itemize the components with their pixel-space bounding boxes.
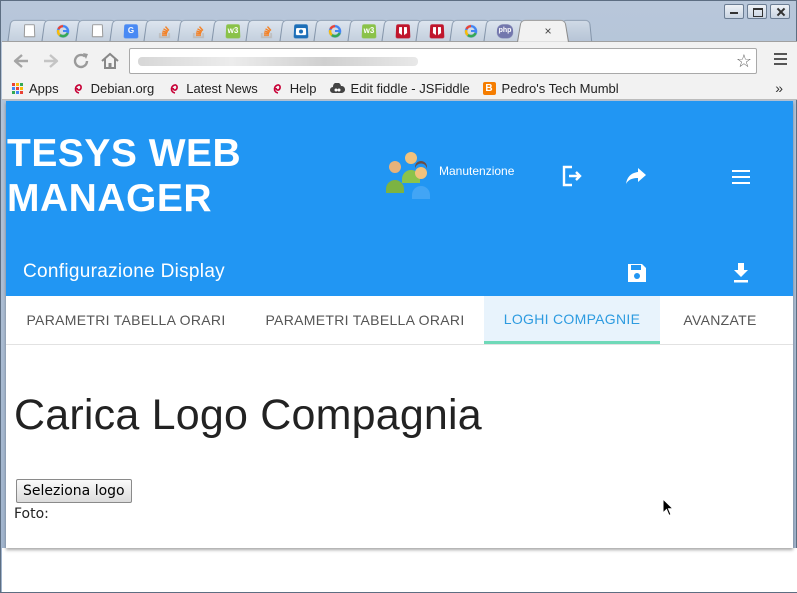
user-role-label: Manutenzione (439, 164, 515, 178)
bookmark-latest-news[interactable]: Latest News (167, 81, 258, 96)
bookmark-red-icon (395, 23, 411, 38)
page-icon (23, 24, 35, 38)
forward-arrow-icon (44, 54, 59, 68)
stackoverflow-icon (260, 24, 275, 38)
bookmark-help[interactable]: Help (271, 81, 317, 96)
blogger-icon: B (482, 81, 496, 95)
bookmarks-overflow-icon[interactable]: » (775, 80, 783, 96)
home-icon (101, 52, 119, 69)
browser-tab-active[interactable]: × (517, 19, 569, 42)
jsfiddle-icon (329, 82, 345, 95)
google-translate-icon: G (123, 23, 139, 38)
logout-icon (562, 165, 582, 187)
bookmark-label: Pedro's Tech Mumbl (501, 80, 619, 96)
page-background (2, 548, 797, 592)
bookmark-red-icon (429, 23, 445, 38)
apps-grid-icon (12, 82, 23, 94)
close-window-button[interactable] (770, 4, 790, 19)
tab-strip: G w3 w3 php × (7, 18, 593, 42)
bookmark-label: Debian.org (90, 80, 155, 96)
section-heading: Carica Logo Compagnia (14, 391, 482, 439)
w3schools-icon: w3 (225, 23, 241, 38)
close-tab-icon[interactable]: × (544, 24, 552, 38)
mouse-cursor-icon (662, 497, 675, 522)
reload-button[interactable] (70, 50, 92, 72)
forward-button[interactable] (40, 50, 62, 72)
debian-icon (271, 82, 284, 95)
google-icon (464, 24, 479, 38)
google-icon (56, 24, 71, 38)
user-menu[interactable]: Manutenzione (383, 149, 514, 199)
bookmark-pedros-tech[interactable]: B Pedro's Tech Mumbl (482, 80, 619, 96)
download-button[interactable] (733, 263, 749, 288)
home-button[interactable] (99, 50, 121, 72)
hamburger-icon (732, 170, 750, 184)
photo-label: Foto: (14, 506, 49, 522)
back-arrow-icon (13, 54, 28, 68)
bookmark-label: Latest News (186, 80, 258, 96)
browser-menu-button[interactable] (774, 53, 787, 68)
app-title: TESYS WEB MANAGER (7, 132, 242, 220)
bookmark-star-icon[interactable]: ☆ (736, 51, 752, 72)
debian-icon (72, 82, 85, 95)
tab-loghi-compagnie[interactable]: LOGHI COMPAGNIE (484, 296, 660, 344)
tab-parametri-tabella-orari-1[interactable]: PARAMETRI TABELLA ORARI (6, 296, 246, 344)
logout-button[interactable] (559, 164, 583, 193)
select-logo-button[interactable]: Seleziona logo (16, 479, 132, 503)
bookmark-debian[interactable]: Debian.org (72, 80, 155, 96)
browser-toolbar: ☆ (2, 41, 797, 77)
tab-avanzate[interactable]: AVANZATE (660, 296, 780, 344)
google-icon (328, 24, 343, 38)
page-icon (91, 24, 103, 38)
download-icon (734, 263, 748, 283)
page-subtitle: Configurazione Display (23, 261, 225, 282)
php-icon: php (496, 23, 514, 38)
config-tabs: PARAMETRI TABELLA ORARI PARAMETRI TABELL… (6, 296, 793, 345)
window-controls (724, 4, 790, 19)
share-button[interactable] (626, 167, 646, 190)
camera-icon (293, 23, 309, 38)
save-disk-icon (628, 264, 646, 282)
w3schools-icon: w3 (361, 23, 377, 38)
reload-icon (73, 53, 89, 69)
address-bar[interactable]: ☆ (129, 48, 757, 74)
stackoverflow-icon (192, 24, 207, 38)
bookmark-apps[interactable]: Apps (12, 81, 59, 96)
stackoverflow-icon (158, 24, 173, 38)
share-arrow-icon (626, 168, 646, 184)
save-button[interactable] (627, 263, 647, 288)
app-header: TESYS WEB MANAGER Manutenzione Configura… (6, 101, 793, 296)
bookmark-label: Help (289, 80, 317, 96)
tab-parametri-tabella-orari-2[interactable]: PARAMETRI TABELLA ORARI (246, 296, 484, 344)
hamburger-menu-button[interactable] (732, 170, 750, 189)
blurred-url (138, 57, 418, 66)
bookmark-label: Edit fiddle - JSFiddle (350, 80, 470, 96)
bookmark-jsfiddle[interactable]: Edit fiddle - JSFiddle (329, 80, 470, 96)
users-group-icon (386, 152, 430, 199)
back-button[interactable] (10, 50, 32, 72)
maximize-button[interactable] (747, 4, 767, 19)
bookmarks-bar: Apps Debian.org Latest News Help Edit fi… (2, 77, 797, 100)
minimize-button[interactable] (724, 4, 744, 19)
debian-icon (167, 82, 180, 95)
web-page: TESYS WEB MANAGER Manutenzione Configura… (6, 101, 793, 548)
browser-window: G w3 w3 php × ☆ Apps Debian.org Latest N… (0, 0, 797, 593)
bookmark-label: Apps (29, 80, 59, 96)
